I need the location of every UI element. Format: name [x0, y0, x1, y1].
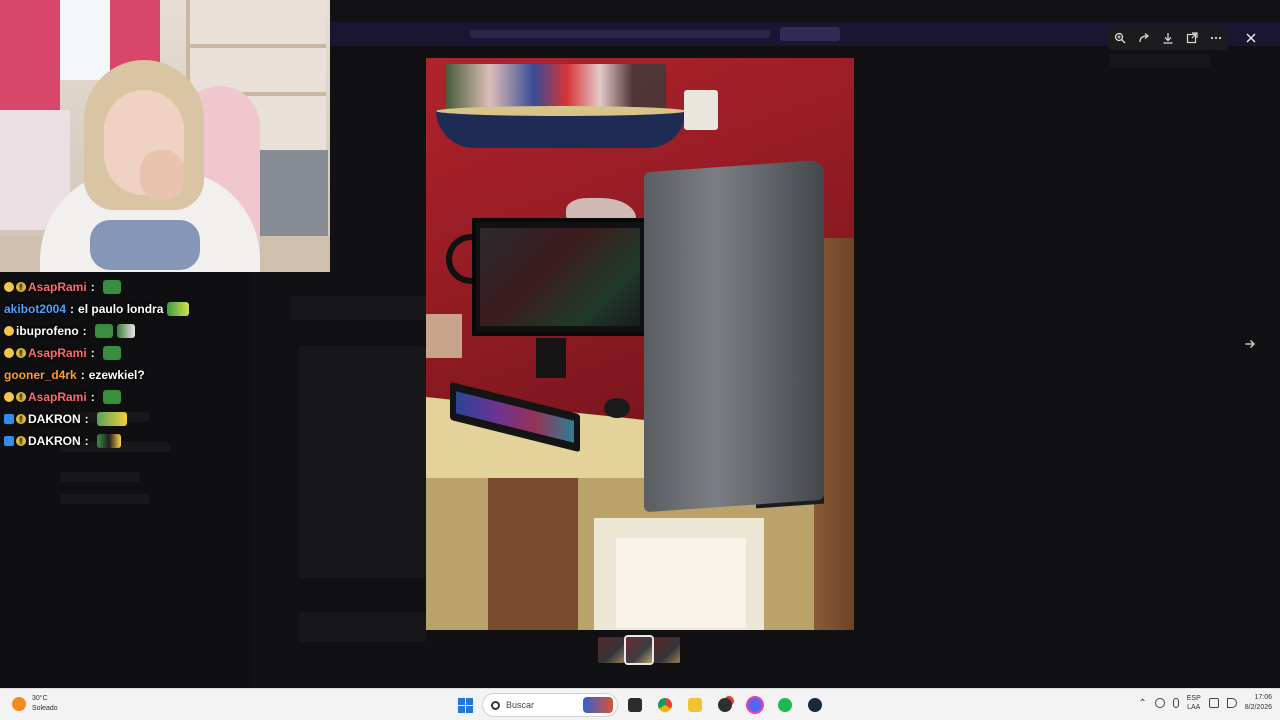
- search-icon: [491, 700, 500, 710]
- chat-username[interactable]: akibot2004: [4, 302, 66, 316]
- forward-icon[interactable]: [1132, 26, 1156, 50]
- language-indicator[interactable]: ESP LAA: [1187, 694, 1201, 712]
- chat-separator: :: [80, 368, 85, 382]
- pepe-emote-icon: [167, 302, 190, 316]
- chat-username[interactable]: ibuprofeno: [16, 324, 79, 338]
- bits-badge-icon: !: [16, 436, 26, 446]
- close-icon[interactable]: [1239, 26, 1263, 50]
- clock-date: 8/2/2026: [1244, 704, 1272, 711]
- thumbnail[interactable]: [598, 637, 624, 663]
- background-titlebar: [330, 0, 1280, 22]
- microphone-icon[interactable]: [1172, 698, 1179, 708]
- clock-time: 17:06: [1254, 694, 1272, 701]
- chat-separator: :: [90, 346, 95, 360]
- chat-separator: :: [82, 324, 87, 338]
- onedrive-icon[interactable]: [1154, 698, 1165, 708]
- bits-badge-icon: !: [16, 348, 26, 358]
- weather-widget[interactable]: 30°C Soleado: [12, 694, 58, 714]
- chat-username[interactable]: AsapRami: [28, 346, 87, 360]
- zoom-in-icon[interactable]: [1108, 26, 1132, 50]
- taskbar-center: Buscar: [452, 692, 828, 718]
- chat-separator: :: [90, 280, 95, 294]
- search-highlight-image: [583, 697, 613, 713]
- frog-emote-icon: [94, 324, 113, 338]
- windows-taskbar: 30°C Soleado Buscar ⌃ ESP LAA 17:06 8/2/…: [0, 688, 1280, 720]
- steam-icon[interactable]: [802, 692, 828, 718]
- chat-text: el paulo londra: [78, 302, 164, 316]
- bits-badge-icon: !: [16, 282, 26, 292]
- taskbar-clock[interactable]: 17:06 8/2/2026: [1245, 693, 1272, 713]
- glasses-emote-icon: [96, 434, 121, 448]
- chat-message: ! AsapRami:: [4, 342, 304, 364]
- open-in-browser-icon[interactable]: [1180, 26, 1204, 50]
- chat-message: gooner_d4rk: ezewkiel?: [4, 364, 304, 386]
- chat-message: ! AsapRami:: [4, 386, 304, 408]
- viewer-toolbar: [1108, 26, 1228, 50]
- stream-chat-overlay: ! AsapRami: akibot2004: el paulo londra ibup…: [4, 276, 304, 452]
- bits-badge-icon: !: [16, 392, 26, 402]
- more-icon[interactable]: [1204, 26, 1228, 50]
- discord-alt-icon[interactable]: [712, 692, 738, 718]
- volume-icon[interactable]: [1226, 698, 1237, 708]
- gear-badge-icon: [4, 392, 14, 402]
- file-explorer-dark-icon[interactable]: [622, 692, 648, 718]
- weather-description: Soleado: [32, 705, 58, 712]
- subscriber-badge-icon: [4, 436, 14, 446]
- windows-start-icon[interactable]: [452, 692, 478, 718]
- search-placeholder: Buscar: [506, 700, 535, 710]
- frog-emote-icon: [102, 390, 121, 404]
- chat-username[interactable]: AsapRami: [28, 280, 87, 294]
- chrome-icon[interactable]: [652, 692, 678, 718]
- download-icon[interactable]: [1156, 26, 1180, 50]
- chat-separator: :: [84, 412, 89, 426]
- viewed-photo[interactable]: [426, 58, 854, 630]
- taskbar-search[interactable]: Buscar: [482, 693, 618, 717]
- bits-badge-icon: !: [16, 414, 26, 424]
- frog-emote-icon: [102, 346, 121, 360]
- thumbnail-strip: [598, 635, 680, 665]
- chat-separator: :: [90, 390, 95, 404]
- chat-username[interactable]: DAKRON: [28, 434, 81, 448]
- system-tray: ⌃ ESP LAA 17:06 8/2/2026: [1138, 693, 1272, 713]
- gear-badge-icon: [4, 282, 14, 292]
- chat-message: ! AsapRami:: [4, 276, 304, 298]
- subscriber-badge-icon: [4, 414, 14, 424]
- thumbnail[interactable]: [654, 637, 680, 663]
- language-code: ESP: [1186, 695, 1201, 702]
- chat-username[interactable]: gooner_d4rk: [4, 368, 77, 382]
- folder-icon[interactable]: [682, 692, 708, 718]
- arrow-right-icon[interactable]: [1238, 332, 1262, 356]
- spotify-icon[interactable]: [772, 692, 798, 718]
- chat-message: akibot2004: el paulo londra: [4, 298, 304, 320]
- chat-message: ! DAKRON:: [4, 430, 304, 452]
- chat-separator: :: [84, 434, 89, 448]
- weather-temperature: 30°C: [32, 695, 48, 702]
- chat-username[interactable]: DAKRON: [28, 412, 81, 426]
- chat-text: ezewkiel?: [88, 368, 145, 382]
- chat-message: ibuprofeno:: [4, 320, 304, 342]
- chat-separator: :: [70, 302, 75, 316]
- thumbnail-active[interactable]: [624, 635, 654, 665]
- chevron-up-icon[interactable]: ⌃: [1138, 698, 1146, 709]
- gear-badge-icon: [4, 326, 14, 336]
- discord-icon[interactable]: [742, 692, 768, 718]
- chat-message: ! DAKRON:: [4, 408, 304, 430]
- chat-username[interactable]: AsapRami: [28, 390, 87, 404]
- sun-icon: [12, 697, 26, 711]
- network-icon[interactable]: [1208, 698, 1219, 708]
- frog-emote-icon: [102, 280, 121, 294]
- screen: ! AsapRami: akibot2004: el paulo londra ibup…: [0, 0, 1280, 720]
- webcam-overlay: [0, 0, 330, 272]
- cap-emote-icon: [116, 324, 135, 338]
- happy-emote-icon: [96, 412, 127, 426]
- gear-badge-icon: [4, 348, 14, 358]
- keyboard-layout: LAA: [1187, 704, 1201, 711]
